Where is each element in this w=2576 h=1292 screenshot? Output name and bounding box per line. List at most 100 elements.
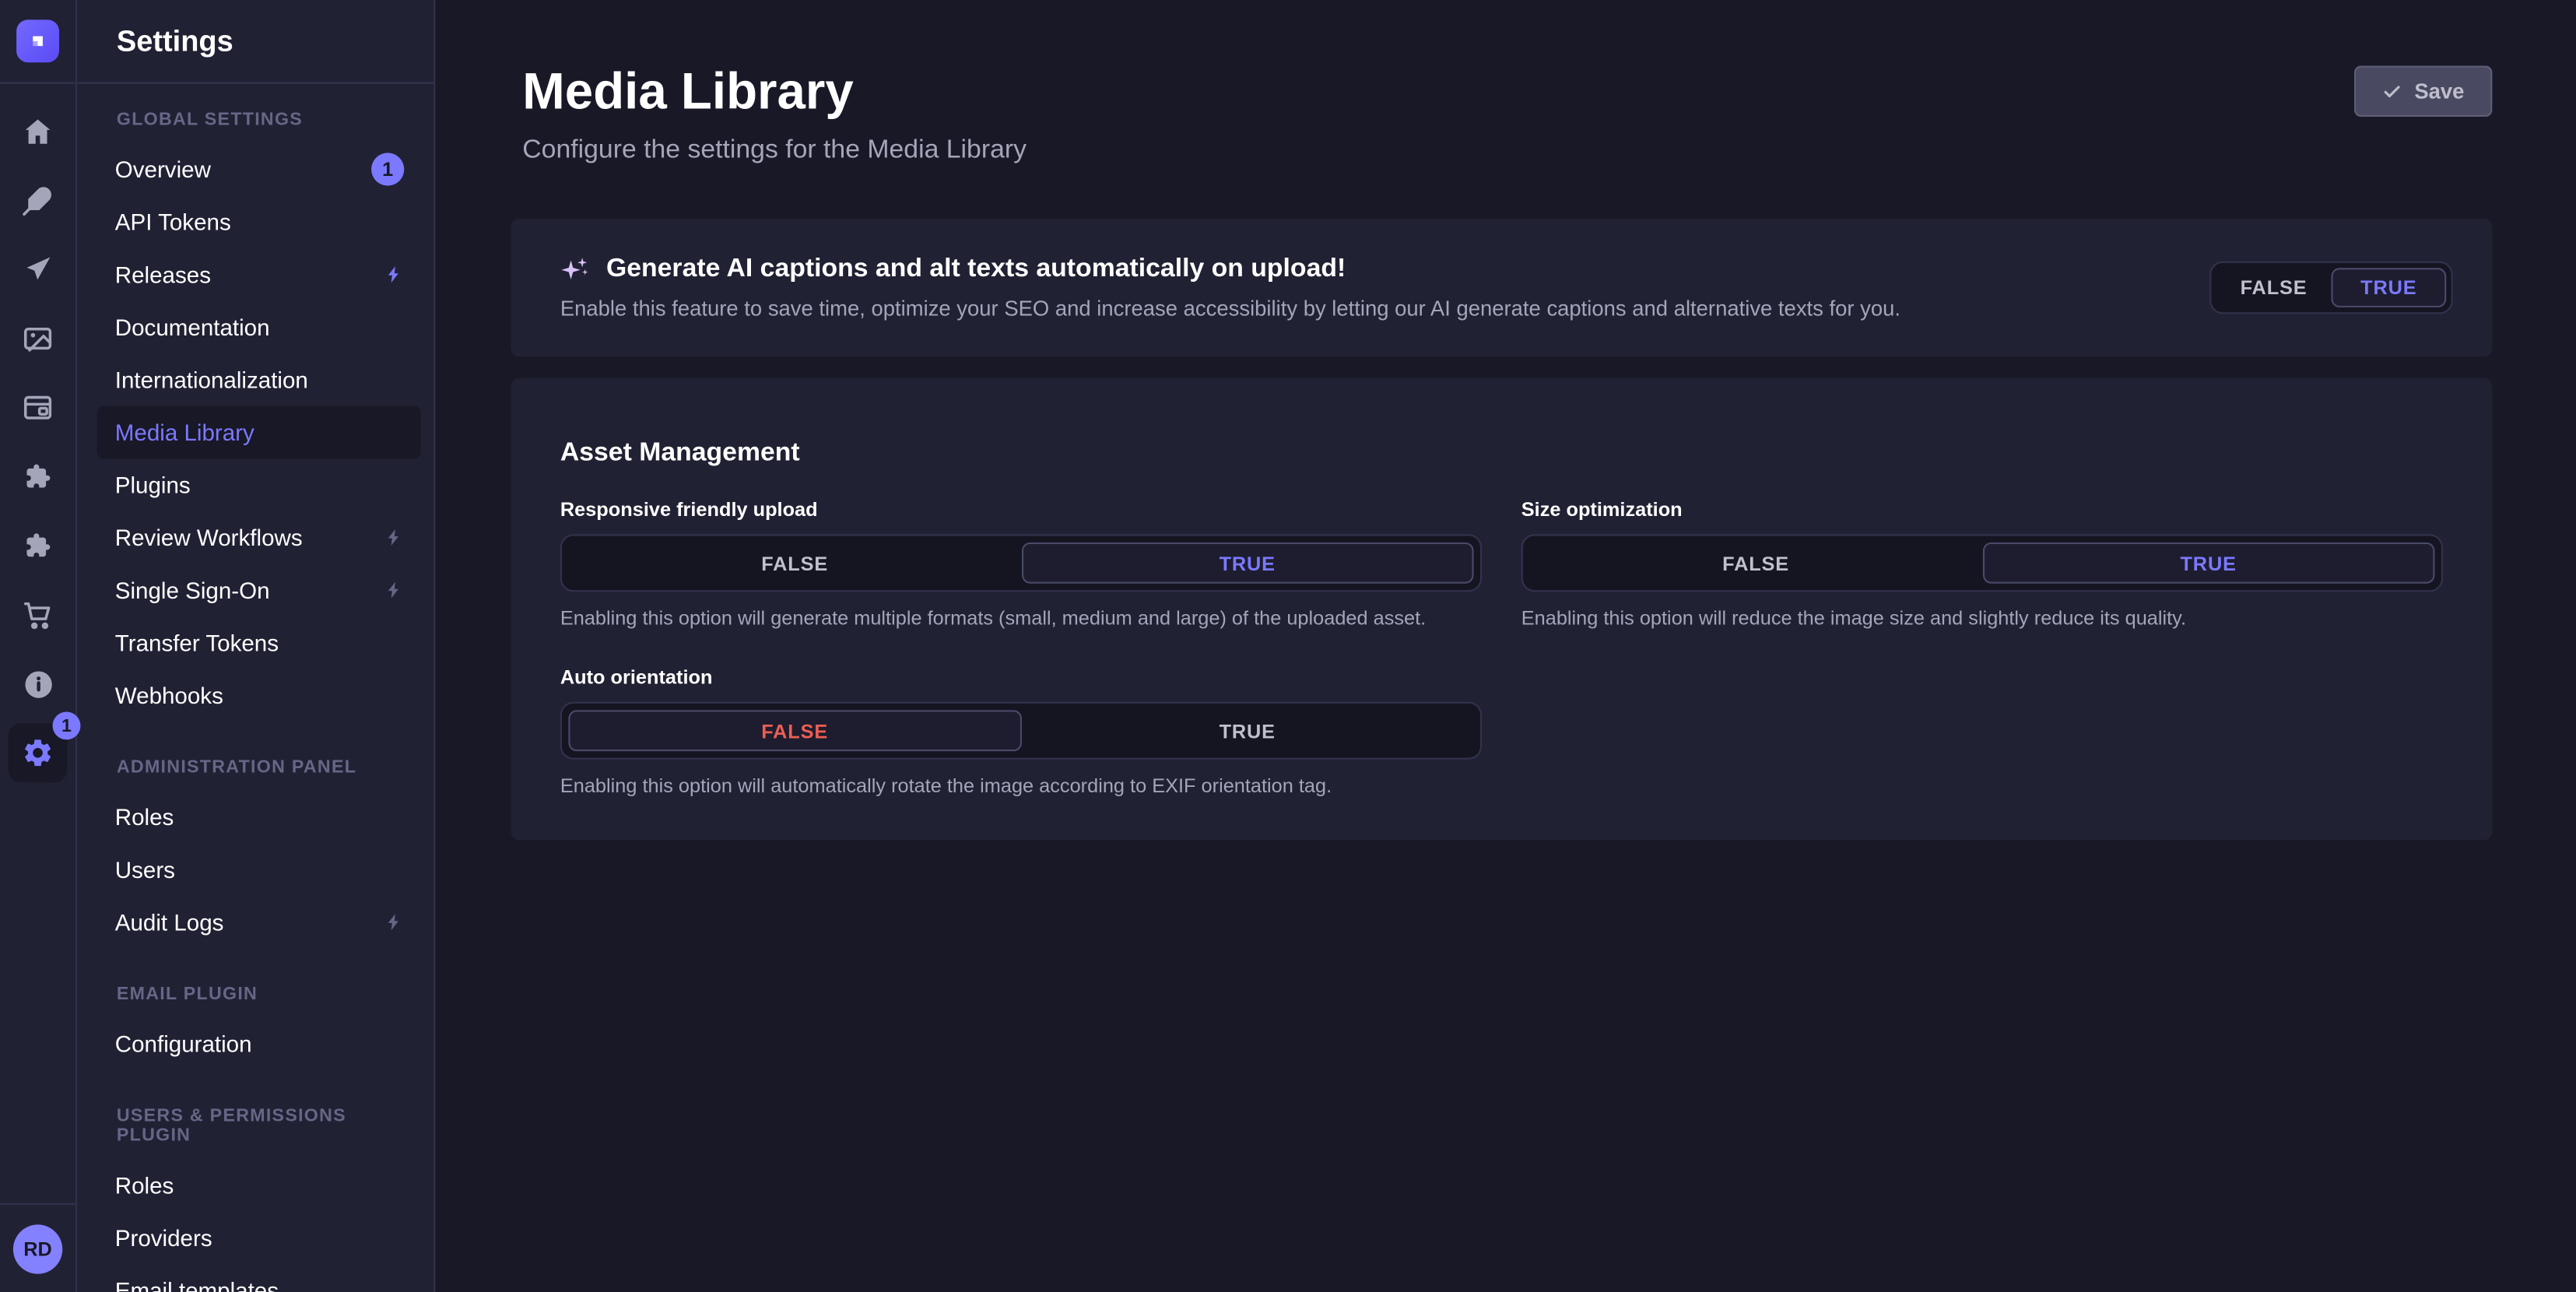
sidebar-item-label: Overview xyxy=(115,156,211,183)
sidebar-item-transfer-tokens[interactable]: Transfer Tokens xyxy=(77,616,433,669)
puzzle-icon xyxy=(21,460,54,493)
section-email-plugin: EMAIL PLUGIN Configuration xyxy=(77,985,433,1070)
sidebar-item-configuration[interactable]: Configuration xyxy=(77,1017,433,1070)
field-auto-orientation: Auto orientation FALSE TRUE Enabling thi… xyxy=(560,666,1482,798)
nav-plugins-alt[interactable] xyxy=(0,511,76,581)
sidebar-item-email-templates[interactable]: Email templates xyxy=(77,1264,433,1292)
gear-icon xyxy=(21,736,54,769)
nav-marketplace[interactable] xyxy=(0,581,76,650)
home-icon xyxy=(21,115,54,148)
sidebar-item-up-roles[interactable]: Roles xyxy=(77,1159,433,1212)
lightning-icon xyxy=(384,263,404,286)
sidebar-item-label: Internationalization xyxy=(115,367,308,393)
ai-captions-banner: Generate AI captions and alt texts autom… xyxy=(511,219,2493,356)
lightning-icon xyxy=(384,578,404,602)
section-label: EMAIL PLUGIN xyxy=(117,985,408,1004)
asset-management-card: Asset Management Responsive friendly upl… xyxy=(511,378,2493,841)
banner-text: Generate AI captions and alt texts autom… xyxy=(560,255,1900,320)
feather-icon xyxy=(21,184,54,217)
sidebar-item-label: Review Workflows xyxy=(115,525,303,551)
save-button[interactable]: Save xyxy=(2353,65,2492,116)
toggle-option-true[interactable]: TRUE xyxy=(1021,543,1474,585)
field-size-optimization: Size optimization FALSE TRUE Enabling th… xyxy=(1521,498,2443,630)
page-header-text: Media Library Configure the settings for… xyxy=(522,62,1027,166)
sidebar-item-webhooks[interactable]: Webhooks xyxy=(77,669,433,722)
banner-title: Generate AI captions and alt texts autom… xyxy=(606,255,1346,284)
section-users-permissions-plugin: USERS & PERMISSIONS PLUGIN Roles Provide… xyxy=(77,1106,433,1292)
save-button-label: Save xyxy=(2414,79,2464,104)
strapi-logo[interactable] xyxy=(16,19,59,62)
banner-title-row: Generate AI captions and alt texts autom… xyxy=(560,255,1900,284)
sidebar-item-users[interactable]: Users xyxy=(77,843,433,896)
sidebar-item-review-workflows[interactable]: Review Workflows xyxy=(77,511,433,564)
images-icon xyxy=(21,322,54,355)
section-label: ADMINISTRATION PANEL xyxy=(117,758,408,778)
sidebar-item-label: Releases xyxy=(115,262,211,288)
sidebar-item-label: Email templates xyxy=(115,1277,279,1292)
section-label: USERS & PERMISSIONS PLUGIN xyxy=(117,1106,408,1146)
nav-info[interactable] xyxy=(0,649,76,718)
lightning-icon xyxy=(384,911,404,934)
toggle-option-true[interactable]: TRUE xyxy=(2331,268,2446,307)
main-content: Media Library Configure the settings for… xyxy=(435,0,2576,1292)
section-label: GLOBAL SETTINGS xyxy=(117,111,408,130)
sidebar-item-internationalization[interactable]: Internationalization xyxy=(77,353,433,406)
sidebar-item-label: Plugins xyxy=(115,472,191,498)
sidebar-item-releases[interactable]: Releases xyxy=(77,248,433,301)
layout-icon xyxy=(21,391,54,424)
nav-layout[interactable] xyxy=(0,373,76,442)
sidebar-item-api-tokens[interactable]: API Tokens xyxy=(77,195,433,248)
sparkles-icon xyxy=(560,255,590,284)
sidebar-item-media-library[interactable]: Media Library xyxy=(97,406,421,459)
nav-media-library[interactable] xyxy=(0,304,76,374)
nav-content-type-builder[interactable] xyxy=(0,235,76,304)
nav-settings[interactable]: 1 xyxy=(0,718,76,788)
strapi-logo-icon xyxy=(25,28,51,54)
field-label: Responsive friendly upload xyxy=(560,498,1482,521)
fields-grid: Responsive friendly upload FALSE TRUE En… xyxy=(560,498,2443,797)
sidebar-item-providers[interactable]: Providers xyxy=(77,1212,433,1265)
sidebar-item-label: Single Sign-On xyxy=(115,577,270,603)
sidebar-item-overview[interactable]: Overview 1 xyxy=(77,143,433,196)
section-administration-panel: ADMINISTRATION PANEL Roles Users Audit L… xyxy=(77,758,433,949)
sidebar-item-single-sign-on[interactable]: Single Sign-On xyxy=(77,563,433,616)
nav-content-manager[interactable] xyxy=(0,166,76,235)
icon-rail: 1 RD xyxy=(0,0,77,1292)
sidebar-item-label: Configuration xyxy=(115,1030,252,1057)
section-global-settings: GLOBAL SETTINGS Overview 1 API Tokens Re… xyxy=(77,111,433,722)
toggle-option-false[interactable]: FALSE xyxy=(568,711,1021,752)
sidebar-item-label: Documentation xyxy=(115,314,270,340)
avatar[interactable]: RD xyxy=(13,1224,62,1273)
sidebar-item-audit-logs[interactable]: Audit Logs xyxy=(77,896,433,949)
toggle-option-false[interactable]: FALSE xyxy=(568,543,1021,585)
lightning-icon xyxy=(384,526,404,549)
rail-nav: 1 xyxy=(0,84,75,788)
sidebar-item-label: Webhooks xyxy=(115,682,223,708)
paper-plane-icon xyxy=(21,253,54,286)
sidebar-item-label: Users xyxy=(115,856,175,883)
field-label: Auto orientation xyxy=(560,666,1482,690)
toggle-option-true[interactable]: TRUE xyxy=(1021,711,1474,752)
responsive-upload-toggle: FALSE TRUE xyxy=(560,535,1482,592)
nav-plugins[interactable] xyxy=(0,442,76,511)
banner-description: Enable this feature to save time, optimi… xyxy=(560,296,1900,321)
sidebar-item-plugins[interactable]: Plugins xyxy=(77,458,433,511)
sidebar-item-label: Providers xyxy=(115,1224,212,1251)
sidebar-title: Settings xyxy=(117,24,233,58)
toggle-option-true[interactable]: TRUE xyxy=(1982,543,2435,585)
field-responsive-friendly-upload: Responsive friendly upload FALSE TRUE En… xyxy=(560,498,1482,630)
toggle-option-false[interactable]: FALSE xyxy=(2216,268,2332,307)
ai-captions-toggle: FALSE TRUE xyxy=(2209,262,2452,314)
page-title: Media Library xyxy=(522,62,1027,121)
sidebar-item-documentation[interactable]: Documentation xyxy=(77,300,433,353)
sidebar-item-label: API Tokens xyxy=(115,209,231,235)
sidebar-item-label: Audit Logs xyxy=(115,909,224,936)
nav-home[interactable] xyxy=(0,97,76,167)
puzzle-icon xyxy=(21,529,54,562)
field-hint: Enabling this option will automatically … xyxy=(560,774,1482,798)
notification-badge: 1 xyxy=(371,153,404,185)
sidebar-item-admin-roles[interactable]: Roles xyxy=(77,791,433,844)
toggle-option-false[interactable]: FALSE xyxy=(1529,543,1982,585)
rail-footer: RD xyxy=(0,1203,75,1292)
size-optimization-toggle: FALSE TRUE xyxy=(1521,535,2443,592)
